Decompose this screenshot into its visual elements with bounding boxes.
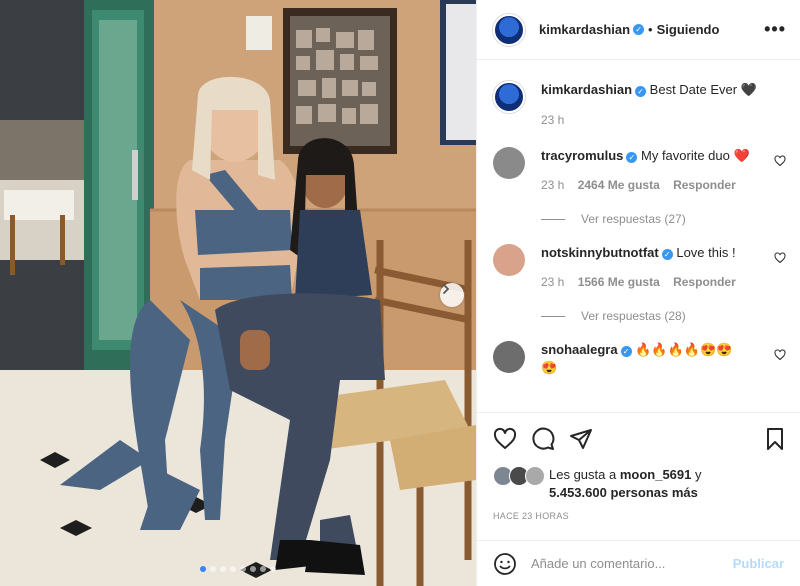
- chevron-right-icon: [443, 284, 450, 294]
- comment-likes[interactable]: 1566 Me gusta: [578, 275, 660, 289]
- post-image: [0, 0, 476, 586]
- like-comment-heart-icon[interactable]: [774, 252, 786, 264]
- heart-icon[interactable]: [493, 427, 517, 451]
- comment-username[interactable]: tracyromulus: [541, 148, 623, 163]
- carousel-dot: [210, 566, 216, 572]
- verified-badge-icon: ✓: [635, 86, 647, 97]
- caption-text: Best Date Ever: [649, 82, 738, 97]
- smiley-icon[interactable]: [493, 552, 517, 576]
- liker-avatars[interactable]: [493, 466, 549, 486]
- carousel-dot: [270, 566, 276, 572]
- verified-badge-icon: ✓: [661, 249, 673, 260]
- publish-button[interactable]: Publicar: [733, 556, 784, 571]
- author-username[interactable]: kimkardashian: [539, 22, 630, 37]
- caption-author[interactable]: kimkardashian: [541, 82, 632, 97]
- like-comment-heart-icon[interactable]: [774, 155, 786, 167]
- carousel-dot: [260, 566, 266, 572]
- bookmark-icon[interactable]: [763, 427, 787, 451]
- view-replies-button[interactable]: Ver respuestas (27): [541, 212, 786, 226]
- reply-button[interactable]: Responder: [673, 275, 736, 289]
- header-separator: •: [648, 22, 653, 37]
- comment-emoji: ❤️: [733, 148, 750, 163]
- comment-emoji-line2: 😍: [541, 360, 558, 375]
- actions-divider: [477, 412, 800, 413]
- comment-avatar[interactable]: [493, 147, 525, 179]
- likes-summary: Les gusta a moon_5691 y 5.453.600 person…: [493, 466, 702, 502]
- post-caption: kimkardashian ✓ Best Date Ever 🖤 23 h: [493, 81, 786, 129]
- post-header: kimkardashian ✓ • Siguiendo •••: [477, 0, 800, 60]
- caption-age: 23 h: [541, 113, 565, 127]
- replies-divider: [541, 315, 565, 317]
- share-icon[interactable]: [569, 427, 593, 451]
- caption-emoji: 🖤: [740, 82, 757, 97]
- comment-text: My favorite duo: [641, 148, 730, 163]
- verified-badge-icon: ✓: [633, 24, 645, 35]
- carousel-next-button[interactable]: [440, 283, 464, 307]
- carousel-dot: [240, 566, 246, 572]
- liker-username[interactable]: moon_5691: [620, 467, 692, 482]
- more-options-icon[interactable]: •••: [764, 19, 786, 40]
- comment-avatar[interactable]: [493, 244, 525, 276]
- comment-text: Love this !: [676, 245, 736, 260]
- carousel-dot: [200, 566, 206, 572]
- post-sidebar: kimkardashian ✓ • Siguiendo ••• kimkarda…: [476, 0, 800, 586]
- comment-item: snohaalegra ✓ 🔥🔥🔥🔥😍😍 😍: [493, 341, 786, 377]
- author-avatar[interactable]: [493, 13, 525, 46]
- carousel-indicator: [0, 566, 476, 572]
- comment-icon[interactable]: [531, 427, 555, 451]
- carousel-dot: [250, 566, 256, 572]
- verified-badge-icon: ✓: [626, 152, 638, 163]
- carousel-dot: [230, 566, 236, 572]
- action-bar: [493, 425, 787, 453]
- comment-likes[interactable]: 2464 Me gusta: [578, 178, 660, 192]
- comment-age: 23 h: [541, 178, 565, 192]
- reply-button[interactable]: Responder: [673, 178, 736, 192]
- view-replies-label: Ver respuestas (27): [581, 212, 686, 226]
- carousel-dot: [220, 566, 226, 572]
- comment-age: 23 h: [541, 275, 565, 289]
- view-replies-label: Ver respuestas (28): [581, 309, 686, 323]
- likes-count[interactable]: 5.453.600 personas más: [549, 485, 698, 500]
- comment-item: tracyromulus ✓ My favorite duo ❤️ 23 h 24…: [493, 147, 786, 194]
- replies-divider: [541, 218, 565, 220]
- likes-connector: y: [691, 467, 702, 482]
- comment-item: notskinnybutnotfat ✓ Love this ! 23 h 156…: [493, 244, 786, 291]
- comment-avatar[interactable]: [493, 341, 525, 373]
- post-timestamp: HACE 23 HORAS: [493, 511, 569, 521]
- comments-list: kimkardashian ✓ Best Date Ever 🖤 23 h tra…: [477, 61, 800, 411]
- like-comment-heart-icon[interactable]: [774, 349, 786, 361]
- post-photo[interactable]: [0, 0, 476, 586]
- comment-input[interactable]: [531, 556, 733, 571]
- comment-username[interactable]: snohaalegra: [541, 342, 618, 357]
- comment-composer: Publicar: [477, 540, 800, 586]
- comment-emoji: 🔥🔥🔥🔥😍😍: [635, 342, 733, 357]
- verified-badge-icon: ✓: [620, 346, 632, 357]
- comment-username[interactable]: notskinnybutnotfat: [541, 245, 659, 260]
- view-replies-button[interactable]: Ver respuestas (28): [541, 309, 786, 323]
- following-button[interactable]: Siguiendo: [657, 22, 720, 37]
- likes-prefix: Les gusta a: [549, 467, 620, 482]
- caption-author-avatar[interactable]: [493, 81, 525, 113]
